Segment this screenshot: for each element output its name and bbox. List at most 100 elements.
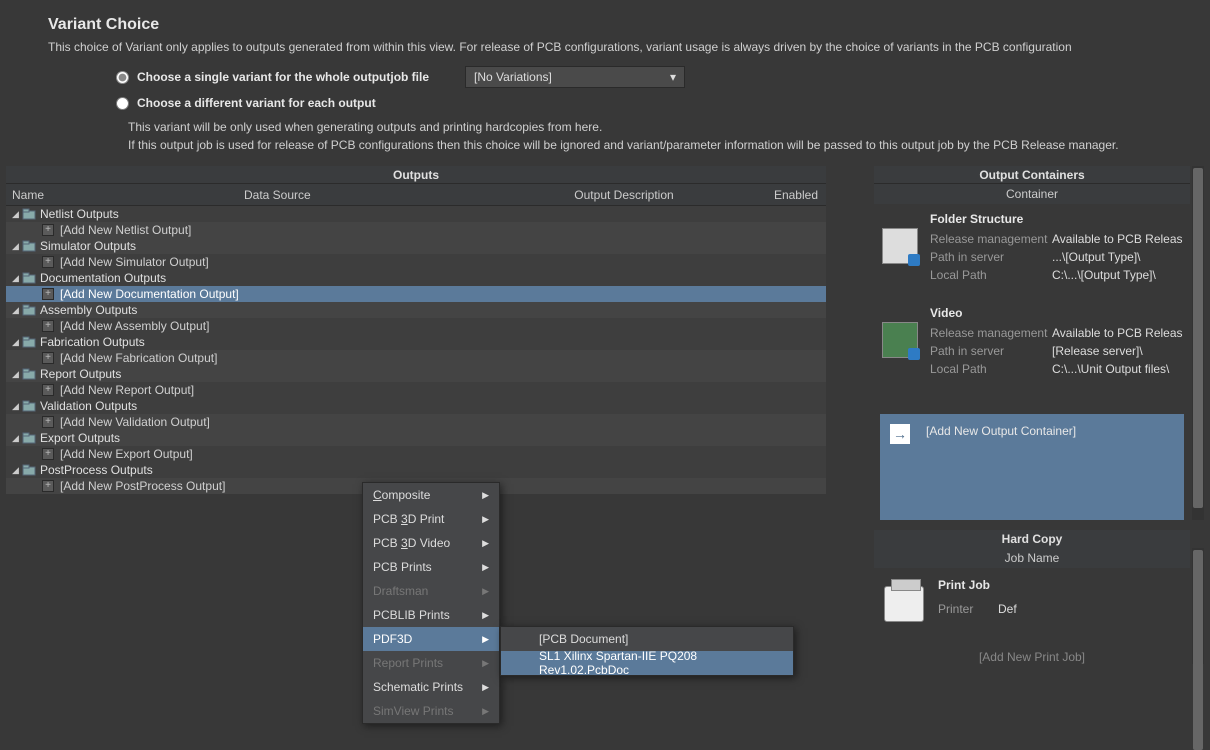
container-icon (882, 228, 918, 264)
output-group[interactable]: ◢ Netlist Outputs (6, 206, 826, 222)
group-label: Fabrication Outputs (40, 335, 145, 349)
expand-icon: ◢ (12, 433, 22, 444)
context-menu-item[interactable]: PDF3D ▶ (363, 627, 499, 651)
context-menu-item[interactable]: PCB Prints ▶ (363, 555, 499, 579)
menu-label: PCB 3D Print (373, 512, 444, 526)
output-group[interactable]: ◢ Simulator Outputs (6, 238, 826, 254)
sub-menu-item[interactable]: SL1 Xilinx Spartan-IIE PQ208 Rev1.02.Pcb… (501, 651, 793, 675)
containers-col[interactable]: Container (874, 184, 1190, 204)
expand-icon: ◢ (12, 241, 22, 252)
plus-icon: + (42, 256, 54, 268)
expand-icon: ◢ (12, 273, 22, 284)
col-data-source[interactable]: Data Source (244, 188, 514, 202)
add-output-row[interactable]: + [Add New Netlist Output] (6, 222, 826, 238)
radio-each-variant[interactable] (116, 97, 129, 110)
add-label: [Add New Report Output] (60, 383, 194, 397)
col-enabled[interactable]: Enabled (734, 188, 826, 202)
add-print-job[interactable]: [Add New Print Job] (874, 632, 1190, 664)
container-prop-value: Available to PCB Releas (1052, 326, 1183, 340)
submenu-arrow-icon: ▶ (482, 706, 489, 717)
container-block[interactable]: Folder Structure Release managementAvaila… (874, 212, 1190, 286)
context-menu-item: Report Prints ▶ (363, 651, 499, 675)
menu-label: PCB Prints (373, 560, 432, 574)
expand-icon: ◢ (12, 305, 22, 316)
folder-icon (22, 304, 36, 316)
context-menu-item[interactable]: Schematic Prints ▶ (363, 675, 499, 699)
add-output-row[interactable]: + [Add New Assembly Output] (6, 318, 826, 334)
output-group[interactable]: ◢ Fabrication Outputs (6, 334, 826, 350)
add-label: [Add New Documentation Output] (60, 287, 239, 301)
output-group[interactable]: ◢ PostProcess Outputs (6, 462, 826, 478)
folder-icon (22, 368, 36, 380)
variant-dropdown[interactable]: [No Variations] ▾ (465, 66, 685, 88)
container-prop-value: Available to PCB Releas (1052, 232, 1183, 246)
group-label: Documentation Outputs (40, 271, 166, 285)
printer-label: Printer (938, 602, 998, 616)
add-container-label: [Add New Output Container] (926, 424, 1076, 438)
container-icon (882, 322, 918, 358)
menu-label: Report Prints (373, 656, 443, 670)
container-prop-label: Release management (930, 232, 1052, 246)
col-description[interactable]: Output Description (514, 188, 734, 202)
add-output-row[interactable]: + [Add New Simulator Output] (6, 254, 826, 270)
containers-header: Output Containers (874, 166, 1190, 184)
scrollbar-hardcopy[interactable] (1192, 548, 1204, 664)
plus-icon: + (42, 448, 54, 460)
container-prop-label: Release management (930, 326, 1052, 340)
folder-icon (22, 272, 36, 284)
container-prop-value: [Release server]\ (1052, 344, 1143, 358)
radio-single-variant-label: Choose a single variant for the whole ou… (137, 70, 429, 84)
group-label: Assembly Outputs (40, 303, 137, 317)
context-menu-item[interactable]: Composite ▶ (363, 483, 499, 507)
menu-label: PCB 3D Video (373, 536, 450, 550)
container-prop-value: C:\...\[Output Type]\ (1052, 268, 1156, 282)
add-label: [Add New Assembly Output] (60, 319, 209, 333)
container-prop-label: Path in server (930, 344, 1052, 358)
submenu-arrow-icon: ▶ (482, 538, 489, 549)
add-label: [Add New Simulator Output] (60, 255, 209, 269)
expand-icon: ◢ (12, 401, 22, 412)
add-label: [Add New Netlist Output] (60, 223, 191, 237)
container-block[interactable]: VideoRelease managementAvailable to PCB … (874, 306, 1190, 380)
add-output-row[interactable]: + [Add New Fabrication Output] (6, 350, 826, 366)
output-group[interactable]: ◢ Validation Outputs (6, 398, 826, 414)
container-prop-label: Local Path (930, 268, 1052, 282)
output-group[interactable]: ◢ Documentation Outputs (6, 270, 826, 286)
add-label: [Add New PostProcess Output] (60, 479, 225, 493)
printer-icon (884, 586, 924, 622)
hardcopy-col[interactable]: Job Name (874, 548, 1190, 568)
context-menu-item[interactable]: PCB 3D Video ▶ (363, 531, 499, 555)
sub-menu-item[interactable]: [PCB Document] (529, 627, 793, 651)
context-menu-item[interactable]: PCB 3D Print ▶ (363, 507, 499, 531)
output-group[interactable]: ◢ Assembly Outputs (6, 302, 826, 318)
add-output-row[interactable]: + [Add New Validation Output] (6, 414, 826, 430)
context-menu-item[interactable]: PCBLIB Prints ▶ (363, 603, 499, 627)
variant-note-2: If this output job is used for release o… (128, 136, 1170, 154)
menu-label: PCBLIB Prints (373, 608, 450, 622)
outputs-header: Outputs (6, 166, 826, 184)
plus-icon: + (42, 288, 54, 300)
submenu-arrow-icon: ▶ (482, 562, 489, 573)
output-group[interactable]: ◢ Export Outputs (6, 430, 826, 446)
group-label: Simulator Outputs (40, 239, 136, 253)
add-output-container[interactable]: → [Add New Output Container] (880, 414, 1184, 520)
add-output-row[interactable]: + [Add New Documentation Output] (6, 286, 826, 302)
context-menu-item: Draftsman ▶ (363, 579, 499, 603)
scrollbar[interactable] (1192, 166, 1204, 520)
expand-icon: ◢ (12, 465, 22, 476)
submenu-arrow-icon: ▶ (482, 586, 489, 597)
submenu-arrow-icon: ▶ (482, 682, 489, 693)
submenu-arrow-icon: ▶ (482, 610, 489, 621)
container-prop-label: Local Path (930, 362, 1052, 376)
radio-single-variant[interactable] (116, 71, 129, 84)
plus-icon: + (42, 384, 54, 396)
add-output-row[interactable]: + [Add New Report Output] (6, 382, 826, 398)
add-output-row[interactable]: + [Add New Export Output] (6, 446, 826, 462)
col-name[interactable]: Name (6, 188, 244, 202)
printer-value: Def (998, 602, 1017, 616)
menu-label: Schematic Prints (373, 680, 463, 694)
container-title: Folder Structure (930, 212, 1190, 226)
output-group[interactable]: ◢ Report Outputs (6, 366, 826, 382)
folder-icon (22, 400, 36, 412)
expand-icon: ◢ (12, 209, 22, 220)
